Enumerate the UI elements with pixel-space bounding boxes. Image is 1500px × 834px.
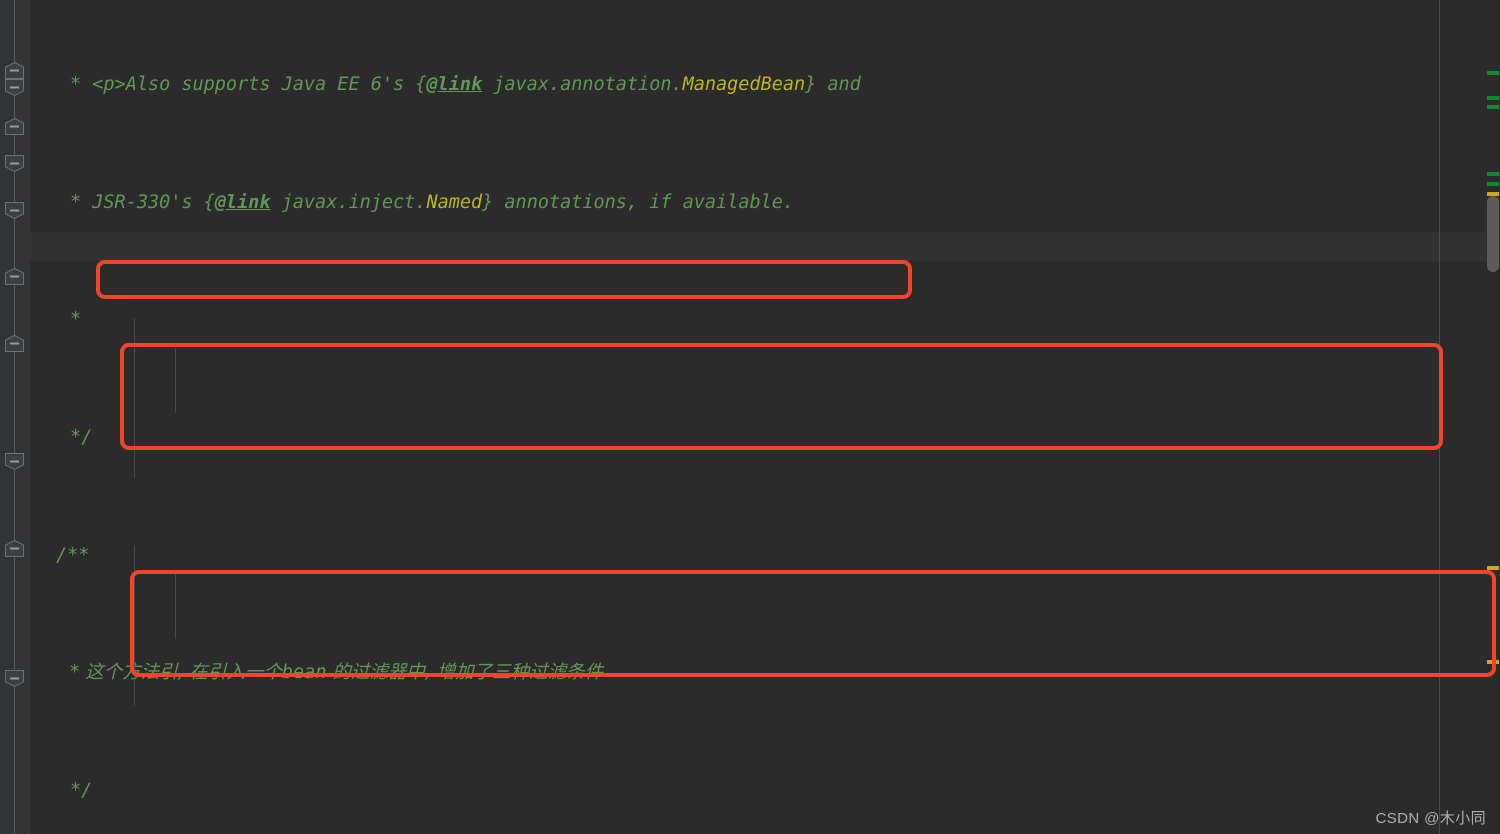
editor-window: * <p>Also supports Java EE 6's {@link ja…	[0, 0, 1500, 834]
indent-guide	[134, 318, 135, 478]
fold-start-icon[interactable]	[5, 540, 24, 557]
code-editor-area[interactable]: * <p>Also supports Java EE 6's {@link ja…	[30, 0, 1500, 834]
right-margin-guide	[1439, 0, 1440, 834]
code-line[interactable]: */	[30, 776, 1465, 805]
marker-stripe[interactable]	[1487, 566, 1499, 570]
marker-bar-background	[1486, 0, 1500, 834]
indent-guide	[134, 545, 135, 705]
marker-stripe[interactable]	[1487, 105, 1499, 109]
marker-stripe[interactable]	[1487, 172, 1499, 176]
fold-end-icon[interactable]	[5, 155, 24, 172]
indent-guide	[175, 574, 176, 639]
fold-start-icon[interactable]	[5, 62, 24, 79]
code-line[interactable]: */	[30, 423, 1465, 452]
fold-end-icon[interactable]	[5, 453, 24, 470]
marker-stripe[interactable]	[1487, 182, 1499, 186]
code-line[interactable]: * 这个方法引, 在引入一个bean 的过滤器中, 增加了三种过滤条件	[30, 658, 1465, 687]
scrollbar-thumb[interactable]	[1487, 196, 1499, 272]
marker-stripe[interactable]	[1487, 71, 1499, 75]
fold-start-icon[interactable]	[5, 335, 24, 352]
code-line[interactable]: /**	[30, 541, 1465, 570]
fold-end-icon[interactable]	[5, 202, 24, 219]
marker-scrollbar[interactable]	[1486, 0, 1500, 834]
marker-stripe[interactable]	[1487, 96, 1499, 100]
source-code[interactable]: * <p>Also supports Java EE 6's {@link ja…	[30, 0, 1465, 834]
code-line[interactable]: * <p>Also supports Java EE 6's {@link ja…	[30, 70, 1465, 99]
fold-start-icon[interactable]	[5, 118, 24, 135]
marker-stripe[interactable]	[1487, 660, 1499, 664]
fold-end-icon[interactable]	[5, 79, 24, 96]
code-line[interactable]: *	[30, 305, 1465, 334]
indent-guide	[175, 348, 176, 413]
fold-end-icon[interactable]	[5, 670, 24, 687]
fold-gutter[interactable]	[0, 0, 30, 834]
watermark: CSDN @木小同	[1375, 810, 1486, 827]
code-line[interactable]: * JSR-330's {@link javax.inject.Named} a…	[30, 188, 1465, 217]
fold-start-icon[interactable]	[5, 268, 24, 285]
